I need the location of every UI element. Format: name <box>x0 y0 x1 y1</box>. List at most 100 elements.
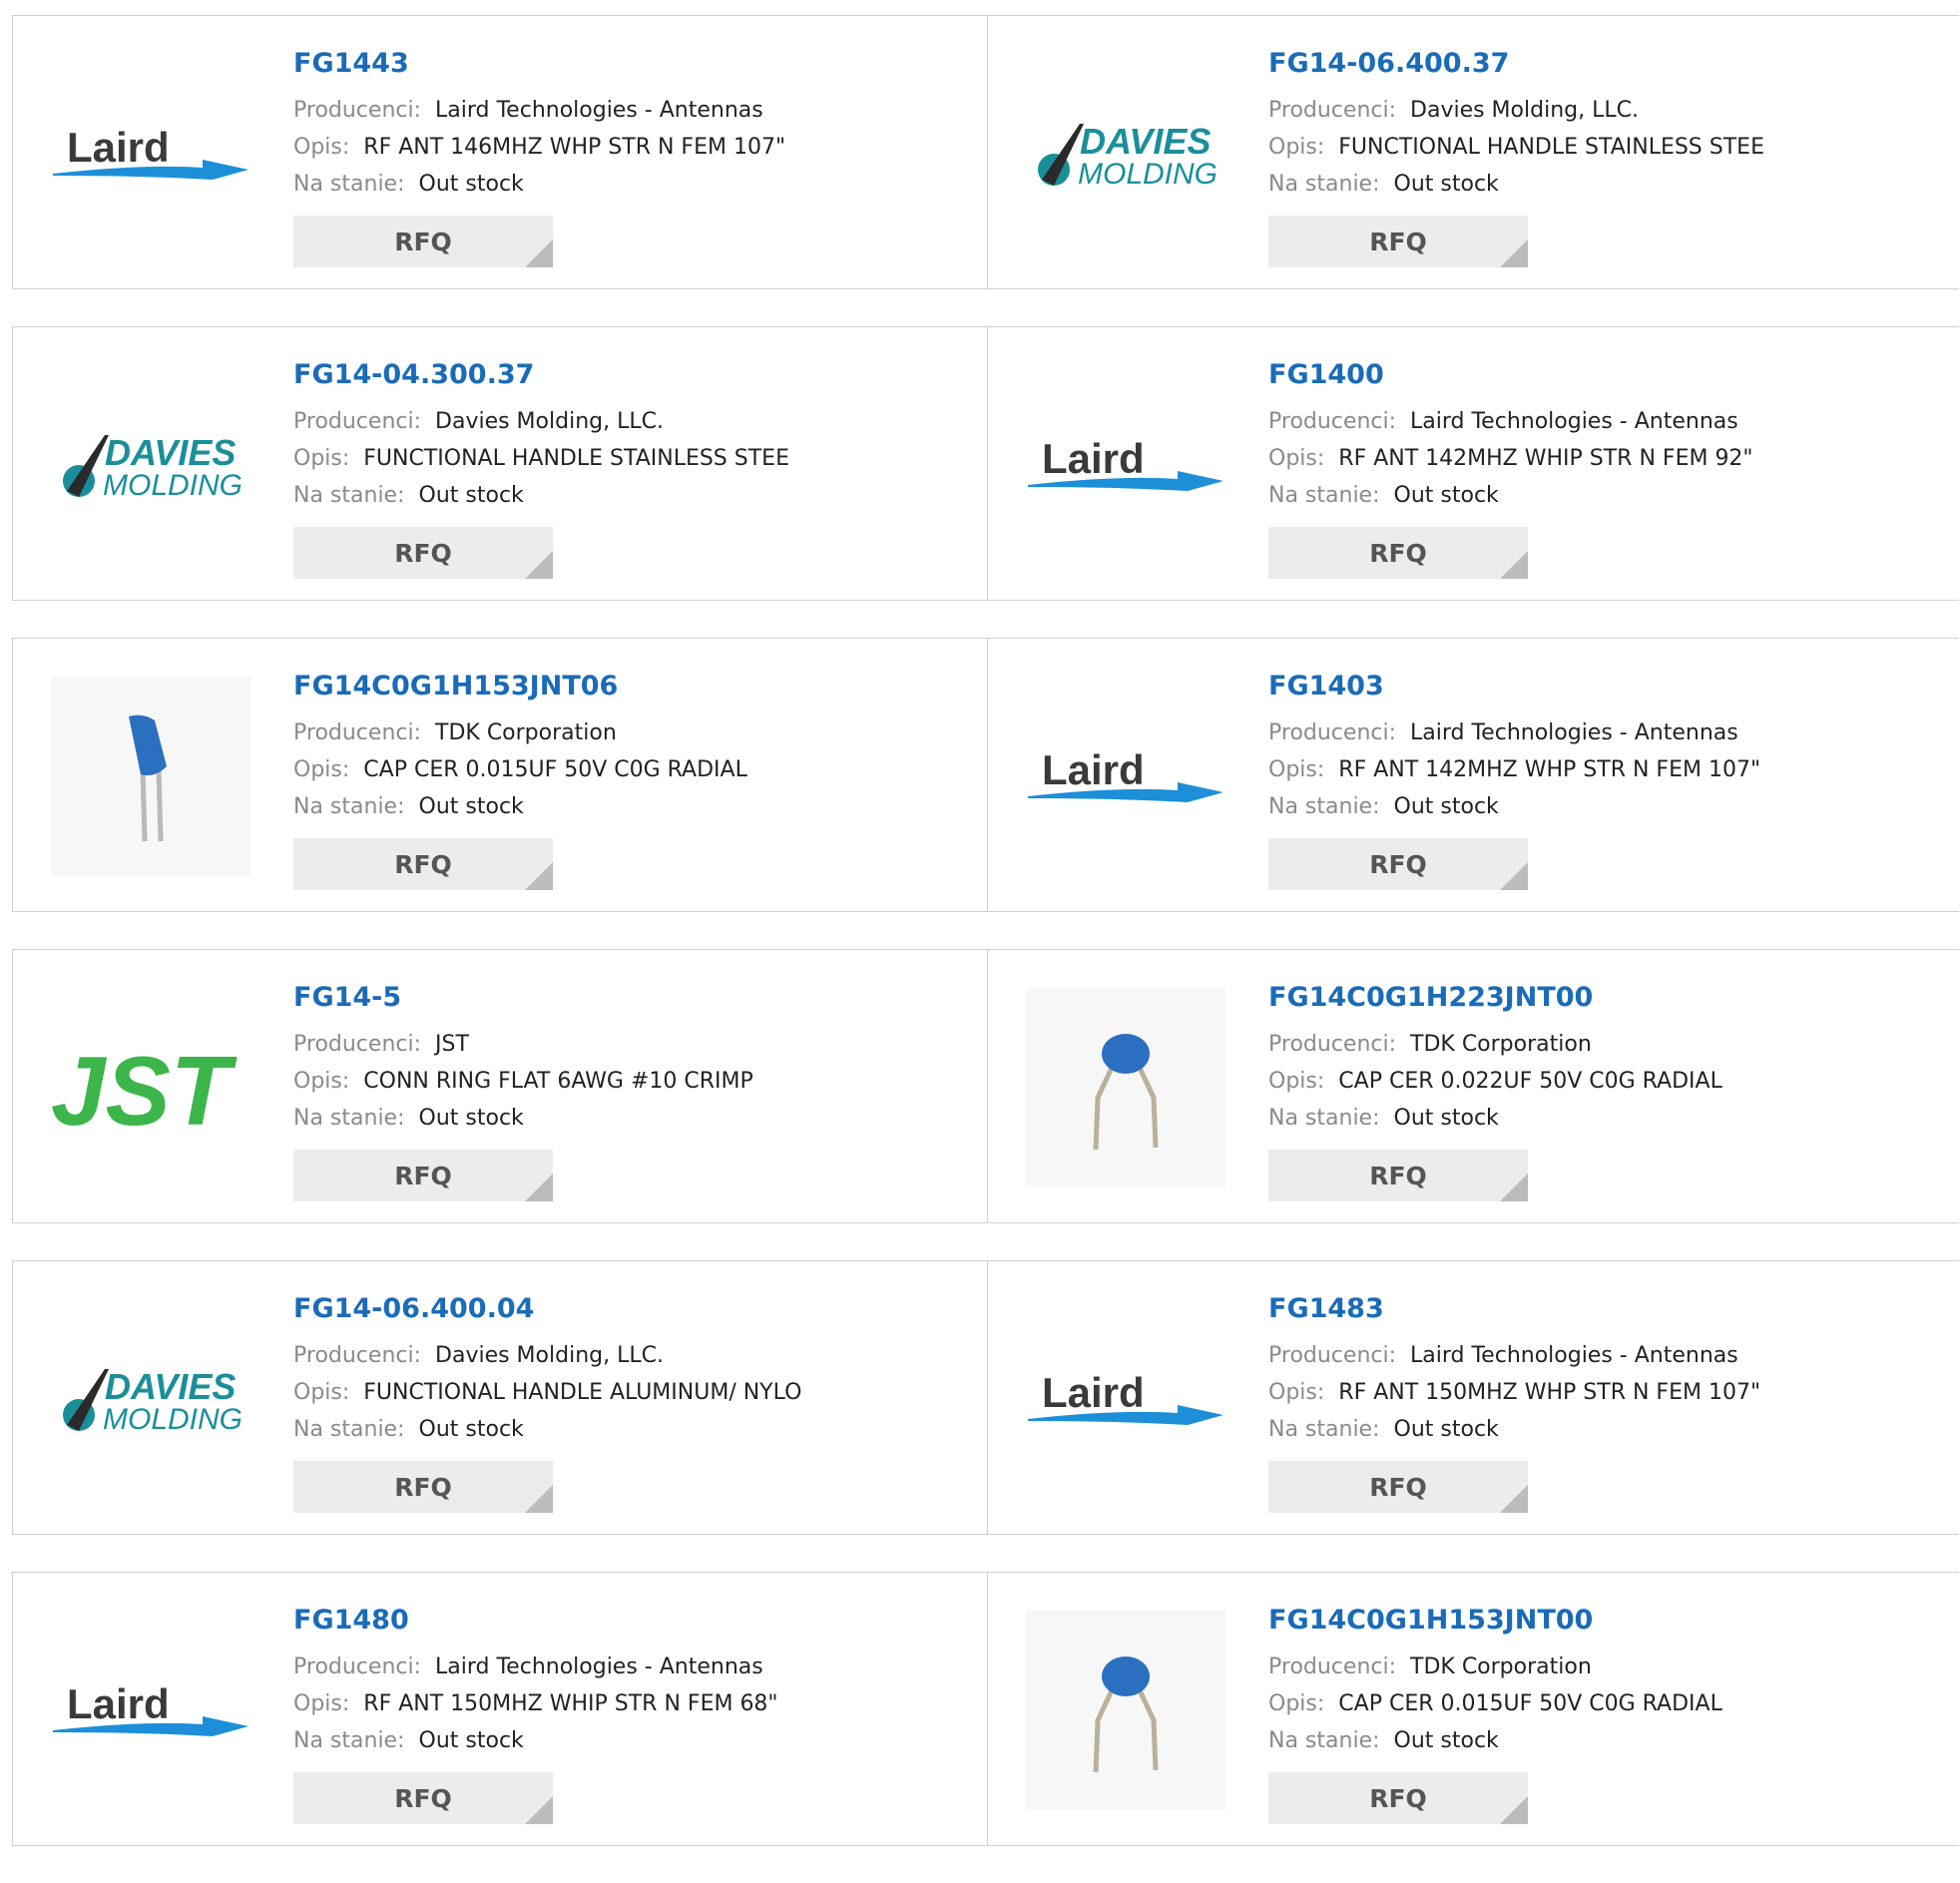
part-number-link[interactable]: FG14C0G1H223JNT00 <box>1268 980 1722 1016</box>
stock-row: Na stanie: Out stock <box>293 788 747 825</box>
rfq-button[interactable]: RFQ <box>1268 838 1528 890</box>
rfq-button[interactable]: RFQ <box>293 216 553 267</box>
product-card: DAVIES MOLDING FG14-06.400.04 Producenci:… <box>12 1260 988 1535</box>
manufacturer-value: Davies Molding, LLC. <box>1410 98 1639 123</box>
part-number-link[interactable]: FG14-06.400.04 <box>293 1291 801 1327</box>
manufacturer-logo[interactable]: Laird <box>1026 1299 1225 1499</box>
manufacturer-value: Laird Technologies - Antennas <box>435 1654 763 1679</box>
manufacturer-logo[interactable]: JST <box>51 988 250 1187</box>
davies-molding-logo-icon: DAVIESMOLDING <box>63 432 243 502</box>
rfq-corner-decoration <box>525 551 553 579</box>
manufacturer-logo[interactable] <box>51 677 250 876</box>
description-row: Opis: RF ANT 150MHZ WHIP STR N FEM 68" <box>293 1685 778 1722</box>
manufacturer-row: Producenci: Laird Technologies - Antennas <box>293 92 785 129</box>
manufacturer-logo[interactable]: Laird <box>1026 677 1225 876</box>
manufacturer-logo[interactable] <box>1026 1611 1225 1810</box>
manufacturer-logo[interactable] <box>1026 988 1225 1187</box>
part-number-link[interactable]: FG1480 <box>293 1603 778 1639</box>
stock-value: Out stock <box>1393 1728 1499 1753</box>
part-number-link[interactable]: FG14C0G1H153JNT06 <box>293 669 747 705</box>
rfq-corner-decoration <box>1500 551 1528 579</box>
stock-value: Out stock <box>1393 172 1499 197</box>
description-row: Opis: RF ANT 146MHZ WHP STR N FEM 107" <box>293 129 785 166</box>
manufacturer-logo[interactable]: Laird <box>51 1611 250 1810</box>
stock-row: Na stanie: Out stock <box>1268 166 1764 203</box>
part-number-link[interactable]: FG1483 <box>1268 1291 1760 1327</box>
part-number-link[interactable]: FG14-5 <box>293 980 753 1016</box>
description-row: Opis: RF ANT 142MHZ WHP STR N FEM 107" <box>1268 751 1760 788</box>
laird-logo-text: Laird <box>1042 435 1145 482</box>
description-label: Opis: <box>293 446 350 471</box>
rfq-button[interactable]: RFQ <box>1268 527 1528 579</box>
davies-logo-text-2: MOLDING <box>103 469 243 502</box>
part-number-link[interactable]: FG1403 <box>1268 669 1760 705</box>
manufacturer-row: Producenci: Laird Technologies - Antennas <box>1268 1337 1760 1374</box>
description-value: CAP CER 0.022UF 50V C0G RADIAL <box>1338 1069 1722 1094</box>
manufacturer-row: Producenci: Laird Technologies - Antennas <box>1268 714 1760 751</box>
manufacturer-value: JST <box>435 1032 469 1057</box>
product-info: FG1400 Producenci: Laird Technologies - A… <box>1268 357 1753 579</box>
rfq-label: RFQ <box>1369 538 1427 568</box>
stock-label: Na stanie: <box>293 1417 405 1442</box>
description-value: CAP CER 0.015UF 50V C0G RADIAL <box>363 757 747 782</box>
rfq-corner-decoration <box>1500 239 1528 267</box>
description-label: Opis: <box>293 1691 350 1716</box>
rfq-label: RFQ <box>1369 227 1427 256</box>
manufacturer-label: Producenci: <box>293 1654 422 1679</box>
rfq-button[interactable]: RFQ <box>1268 216 1528 267</box>
jst-logo-icon: JST <box>51 1043 238 1133</box>
manufacturer-value: Laird Technologies - Antennas <box>435 98 763 123</box>
description-row: Opis: CAP CER 0.022UF 50V C0G RADIAL <box>1268 1063 1722 1100</box>
part-number-link[interactable]: FG14-04.300.37 <box>293 357 789 393</box>
laird-logo-icon: Laird <box>1028 435 1224 491</box>
stock-label: Na stanie: <box>293 1728 405 1753</box>
part-number-link[interactable]: FG1443 <box>293 46 785 82</box>
rfq-button[interactable]: RFQ <box>1268 1772 1528 1824</box>
product-card: JST FG14-5 Producenci: JST Opis: CONN RING… <box>12 949 988 1223</box>
manufacturer-logo[interactable]: DAVIES MOLDING <box>51 1299 250 1499</box>
davies-logo-text-1: DAVIES <box>105 432 236 473</box>
part-number-link[interactable]: FG14C0G1H153JNT00 <box>1268 1603 1722 1639</box>
rfq-button[interactable]: RFQ <box>293 838 553 890</box>
part-number-link[interactable]: FG1400 <box>1268 357 1753 393</box>
description-row: Opis: CAP CER 0.015UF 50V C0G RADIAL <box>1268 1685 1722 1722</box>
rfq-button[interactable]: RFQ <box>1268 1150 1528 1201</box>
manufacturer-row: Producenci: TDK Corporation <box>293 714 747 751</box>
manufacturer-logo[interactable]: DAVIES MOLDING <box>51 365 250 565</box>
product-info: FG1480 Producenci: Laird Technologies - A… <box>293 1603 778 1824</box>
manufacturer-logo[interactable]: Laird <box>51 54 250 253</box>
rfq-button[interactable]: RFQ <box>1268 1461 1528 1513</box>
rfq-button[interactable]: RFQ <box>293 1461 553 1513</box>
description-value: FUNCTIONAL HANDLE STAINLESS STEE <box>1338 135 1764 160</box>
laird-logo-text: Laird <box>67 1680 170 1727</box>
manufacturer-label: Producenci: <box>1268 1343 1397 1368</box>
laird-logo-icon: Laird <box>53 1680 248 1736</box>
product-info: FG14-06.400.04 Producenci: Davies Molding… <box>293 1291 801 1513</box>
part-number-link[interactable]: FG14-06.400.37 <box>1268 46 1764 82</box>
product-row: DAVIES MOLDING FG14-04.300.37 Producenci:… <box>12 326 1960 601</box>
stock-value: Out stock <box>418 794 524 819</box>
description-label: Opis: <box>293 1069 350 1094</box>
manufacturer-logo[interactable]: DAVIES MOLDING <box>1026 54 1225 253</box>
stock-row: Na stanie: Out stock <box>1268 1100 1722 1137</box>
description-label: Opis: <box>1268 757 1325 782</box>
rfq-button[interactable]: RFQ <box>293 1150 553 1201</box>
rfq-corner-decoration <box>525 1796 553 1824</box>
rfq-button[interactable]: RFQ <box>293 1772 553 1824</box>
product-info: FG14C0G1H223JNT00 Producenci: TDK Corpora… <box>1268 980 1722 1201</box>
stock-value: Out stock <box>1393 1417 1499 1442</box>
manufacturer-value: Laird Technologies - Antennas <box>1410 720 1738 745</box>
manufacturer-label: Producenci: <box>293 409 422 434</box>
stock-value: Out stock <box>418 483 524 508</box>
stock-label: Na stanie: <box>1268 794 1380 819</box>
description-value: RF ANT 142MHZ WHP STR N FEM 107" <box>1338 757 1761 782</box>
product-info: FG1443 Producenci: Laird Technologies - A… <box>293 46 785 267</box>
manufacturer-logo[interactable]: Laird <box>1026 365 1225 565</box>
manufacturer-label: Producenci: <box>1268 1032 1397 1057</box>
product-card: Laird FG1400 Producenci: Laird Technologi… <box>987 326 1959 601</box>
rfq-button[interactable]: RFQ <box>293 527 553 579</box>
product-card: FG14C0G1H223JNT00 Producenci: TDK Corpora… <box>987 949 1959 1223</box>
stock-value: Out stock <box>418 172 524 197</box>
manufacturer-value: TDK Corporation <box>435 720 617 745</box>
description-row: Opis: CAP CER 0.015UF 50V C0G RADIAL <box>293 751 747 788</box>
